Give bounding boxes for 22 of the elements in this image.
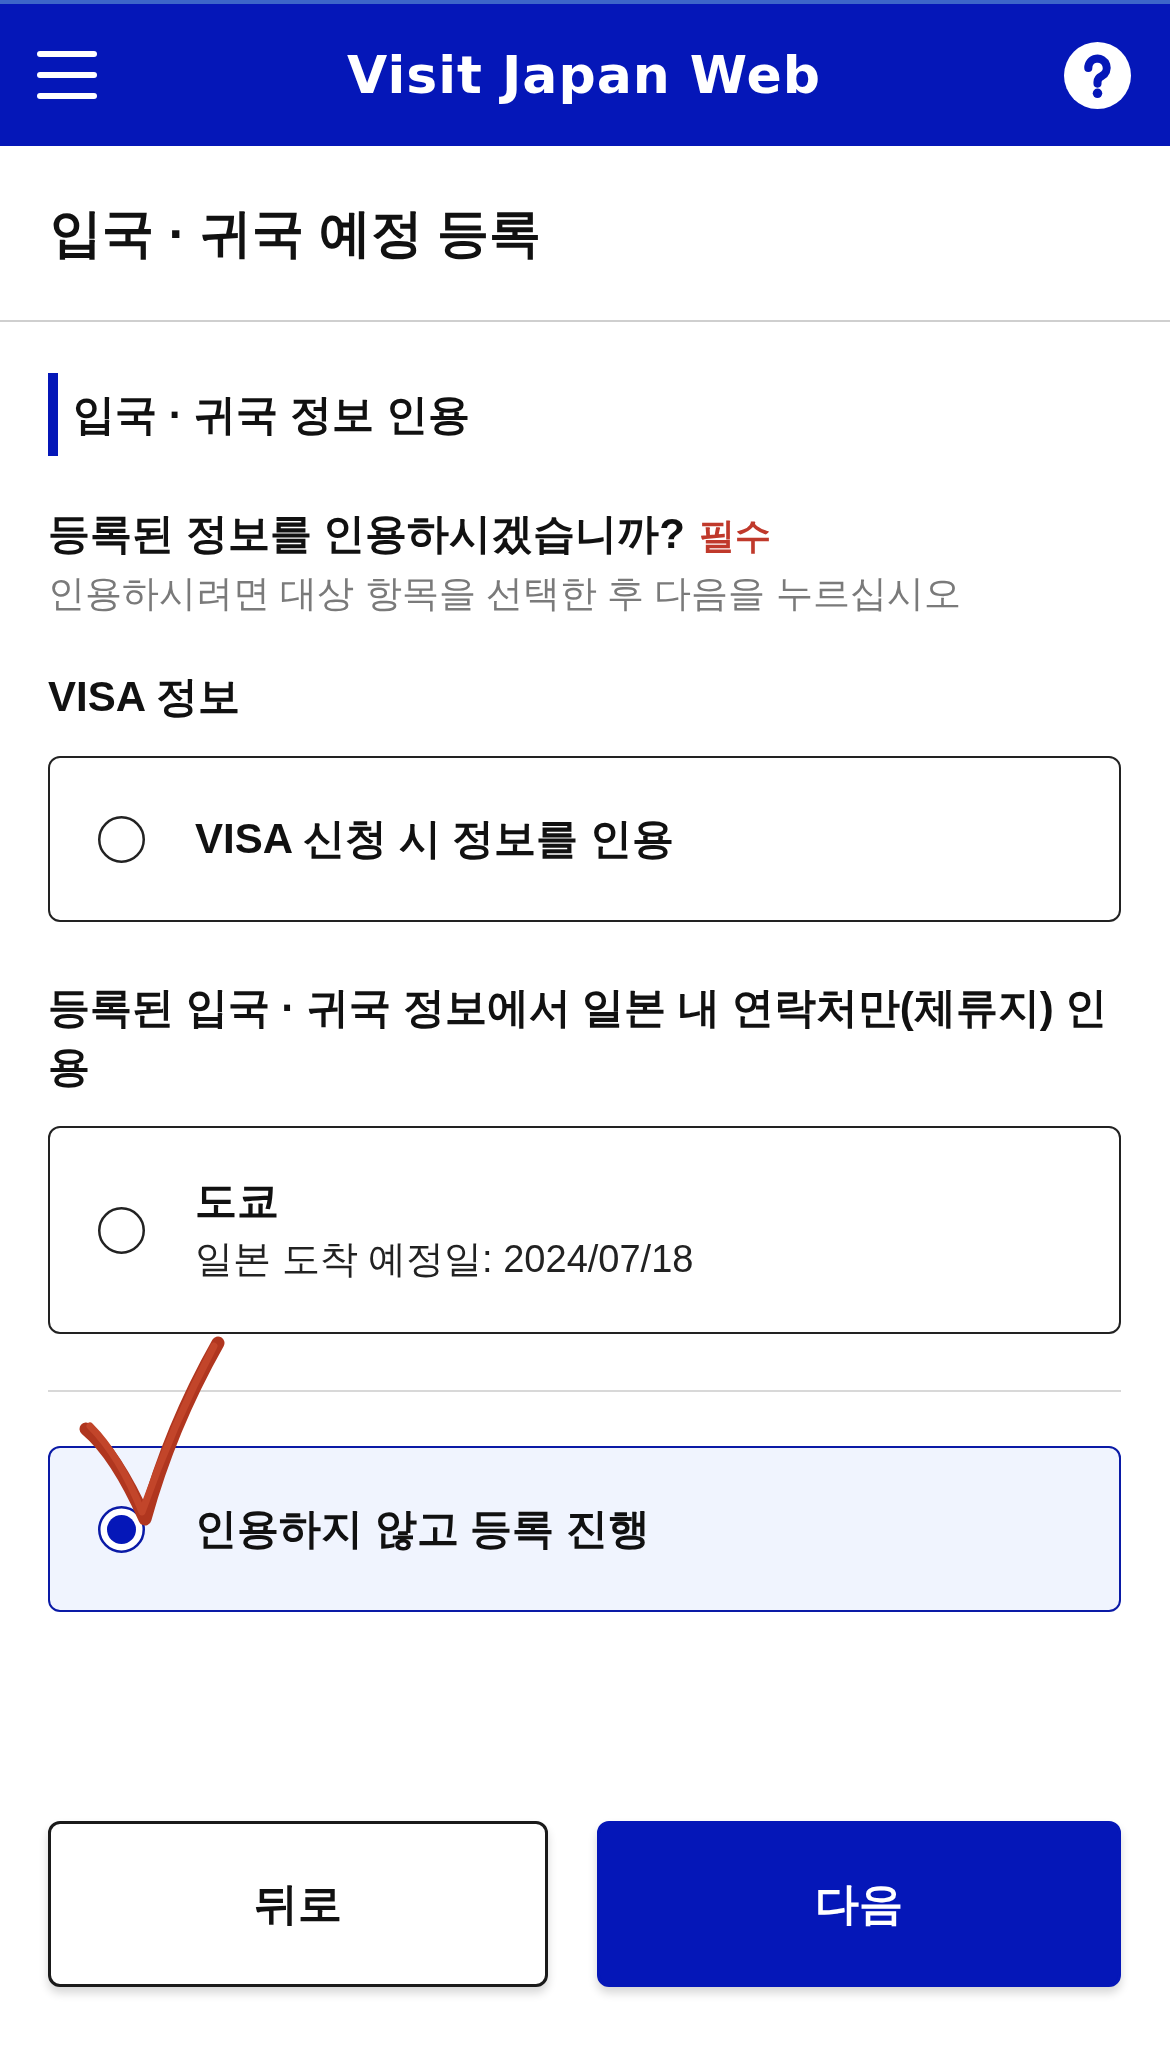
back-button[interactable]: 뒤로 bbox=[48, 1821, 548, 1987]
help-icon[interactable] bbox=[1064, 41, 1131, 109]
option-detail: 일본 도착 예정일: 2024/07/18 bbox=[195, 1237, 694, 1282]
option-card[interactable]: 도쿄 일본 도착 예정일: 2024/07/18 bbox=[48, 1126, 1121, 1334]
menu-icon[interactable] bbox=[37, 51, 97, 99]
option-card[interactable]: 인용하지 않고 등록 진행 bbox=[48, 1446, 1121, 1612]
option-title: 인용하지 않고 등록 진행 bbox=[195, 1504, 650, 1554]
question-text: 등록된 정보를 인용하시겠습니까? bbox=[48, 509, 685, 559]
option-title: VISA 신청 시 정보를 인용 bbox=[195, 814, 675, 864]
group-label: VISA 정보 bbox=[48, 672, 242, 722]
hint-text: 인용하시려면 대상 항목을 선택한 후 다음을 누르십시오 bbox=[48, 572, 962, 616]
required-label: 필수 bbox=[699, 514, 771, 558]
option-card[interactable]: VISA 신청 시 정보를 인용 bbox=[48, 756, 1121, 922]
radio-button[interactable] bbox=[98, 1505, 145, 1553]
option-title: 도쿄 bbox=[195, 1176, 280, 1226]
section-heading: 입국 · 귀국 정보 인용 bbox=[48, 373, 1121, 456]
radio-button[interactable] bbox=[98, 1206, 145, 1254]
group-label: 등록된 입국 · 귀국 정보에서 일본 내 연락처만(체류지) 인용 bbox=[48, 983, 1109, 1092]
next-button[interactable]: 다음 bbox=[597, 1821, 1121, 1987]
app-title: Visit Japan Web bbox=[347, 45, 821, 105]
page-title: 입국 · 귀국 예정 등록 bbox=[50, 202, 542, 264]
radio-button[interactable] bbox=[98, 815, 145, 863]
